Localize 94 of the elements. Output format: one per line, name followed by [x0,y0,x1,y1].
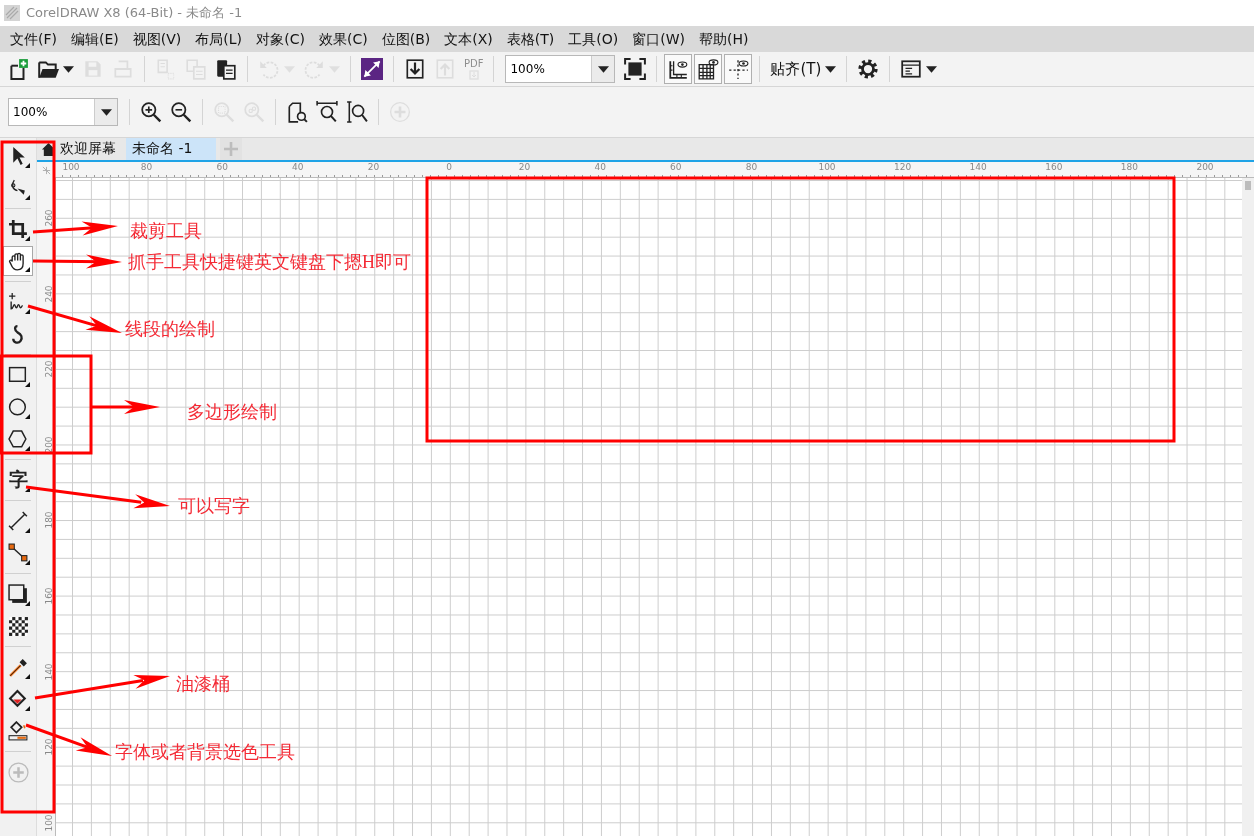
folder-icon [37,58,59,80]
annotation-label: 油漆桶 [176,674,230,696]
ruler-label: 260 [43,209,54,227]
document-tab[interactable]: 未命名 -1 [126,138,216,160]
pan-tool[interactable] [3,246,33,276]
dimension-line-icon [7,510,29,532]
import-icon [404,58,426,80]
caret-icon [825,65,837,73]
ruler-label: 160 [43,587,54,605]
ruler-label: 80 [745,162,758,172]
snap-to-button[interactable]: 贴齐(T) [767,54,840,84]
window-icon [900,58,923,80]
annotation-label: 多边形绘制 [187,402,277,424]
app-icon [4,5,20,21]
shadow-square-icon [7,583,29,605]
caret-icon [598,65,609,73]
menu-item[interactable]: 视图(V) [132,29,182,49]
arrow [92,400,160,414]
annotation-label: 裁剪工具 [130,221,202,243]
add-icon [7,761,29,783]
grid-icon [697,58,720,80]
zoom-level-dropdown[interactable]: 100% [505,55,616,83]
crop-icon [7,218,29,240]
connector-icon [7,542,29,564]
menu-item[interactable]: 文本(X) [444,29,493,49]
menu-item[interactable]: 布局(L) [195,29,243,49]
menu-item[interactable]: 文件(F) [10,29,57,49]
menu-item[interactable]: 窗口(W) [632,29,685,49]
add-icon [224,142,238,156]
ruler-label: 200 [1196,162,1214,172]
menu-item[interactable]: 帮助(H) [698,29,749,49]
scrollbar-thumb[interactable] [1245,181,1251,190]
ruler-label: 180 [1120,162,1138,172]
zoom-value: 100% [12,104,49,121]
arrows-icon [361,58,383,80]
annotation-label: 字体或者背景选色工具 [115,742,295,764]
settings-icon [857,58,880,80]
width-zoom-icon [316,101,338,123]
text-tool[interactable]: 字 [3,464,33,496]
hexagon-icon [7,428,29,450]
height-zoom-icon [346,101,368,123]
zoom-out-icon [170,101,192,123]
rulers-button[interactable] [664,54,693,84]
ruler-label: 160 [1045,162,1063,172]
caret-icon [63,65,74,73]
zoom-level-dropdown[interactable]: 100% [8,98,118,126]
ruler-label: 240 [43,285,54,303]
window-title: CorelDRAW X8 (64-Bit) - 未命名 -1 [26,4,243,22]
ruler-icon [667,58,690,80]
zoom-in-icon [140,101,162,123]
menu-item[interactable]: 位图(B) [381,29,431,49]
annotation-label: 抓手工具快捷键英文键盘下摁H即可 [128,252,411,274]
menu-item[interactable]: 编辑(E) [71,29,119,49]
guidelines-button[interactable] [724,54,753,84]
checkerboard-icon [7,615,29,637]
page-plus-icon [7,58,29,80]
guidelines-icon [727,58,750,80]
paint-bucket-icon [7,688,29,710]
ruler-label: 20 [518,162,531,172]
ruler-label: 140 [43,663,54,681]
caret-icon [100,108,112,116]
ruler-label: 120 [43,738,54,756]
full-screen-icon [624,58,647,80]
ruler-label: 120 [894,162,912,172]
eyedropper-icon [7,656,29,678]
ruler-label: 220 [43,360,54,378]
ruler-label: 200 [43,436,54,454]
caret-icon [926,65,938,73]
ruler-label: 100 [43,814,54,832]
ruler-label: 0 [446,162,452,172]
ruler-label: 60 [670,162,682,172]
menu-item[interactable]: 表格(T) [506,29,555,49]
ruler-label: 100 [818,162,836,172]
fill-bar-icon [7,720,29,742]
zoom-value: 100% [509,61,546,78]
ruler-label: 140 [969,162,987,172]
page-zoom-icon [286,101,308,123]
origin-cross-icon [41,165,51,175]
menu-item[interactable]: 对象(C) [256,29,305,49]
ellipse-icon [7,396,29,418]
ruler-label: 80 [140,162,153,172]
grid-button[interactable] [694,54,723,84]
home-icon [41,141,56,157]
ruler-label: 40 [292,162,304,172]
annotation-label: 可以写字 [178,496,250,518]
ruler-label: 60 [216,162,228,172]
menu-item[interactable]: 效果(C) [319,29,368,49]
ruler-label: 100 [62,162,80,172]
ruler-label: 20 [367,162,380,172]
menu-item[interactable]: 工具(O) [568,29,619,49]
annotation-label: 线段的绘制 [125,319,215,341]
clipboard-icon [215,58,237,80]
ruler-label: 180 [43,511,54,529]
ruler-label: 40 [594,162,606,172]
